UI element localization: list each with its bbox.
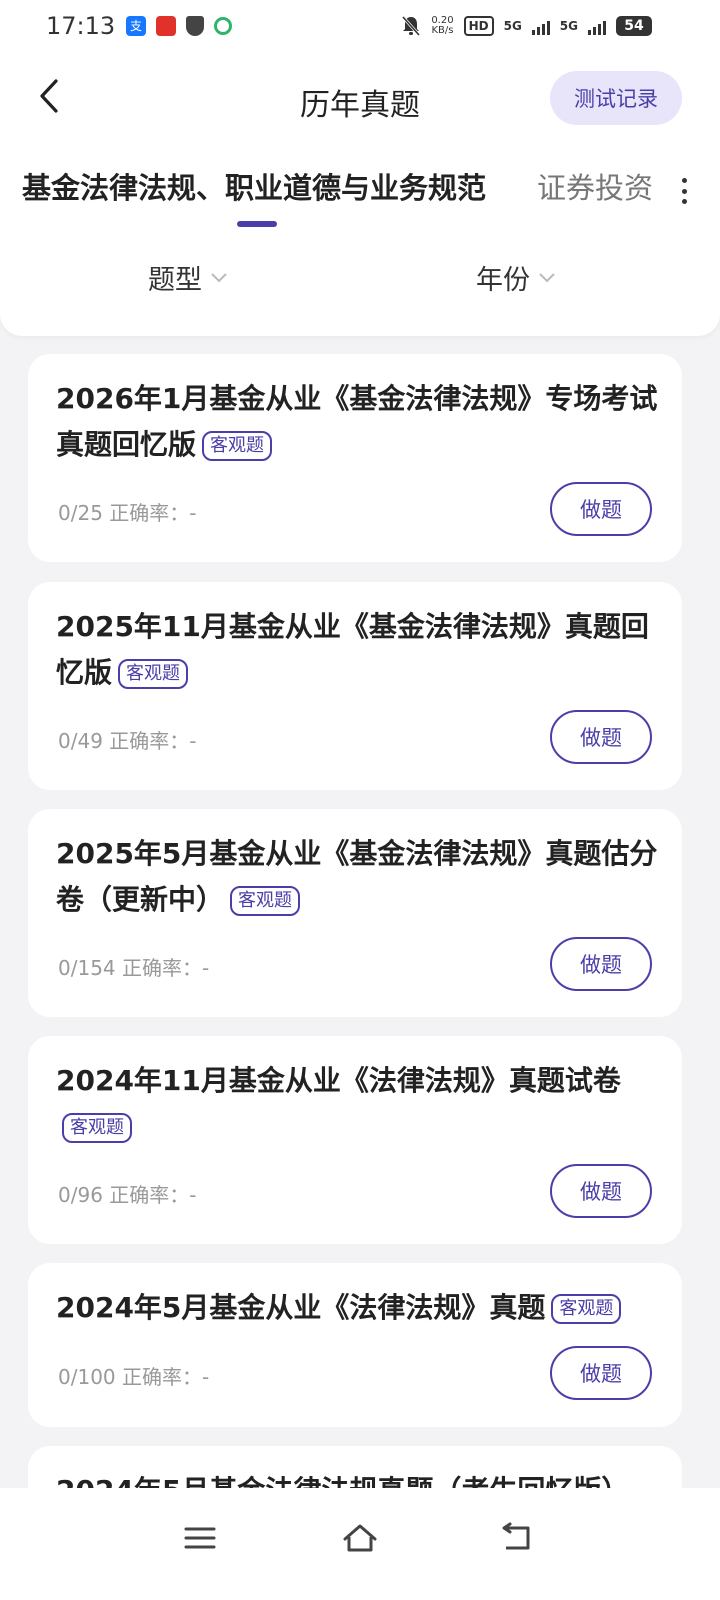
do-exam-button[interactable]: 做题 xyxy=(550,1164,652,1218)
tab-fund-law[interactable]: 基金法律法规、职业道德与业务规范 xyxy=(22,165,486,207)
question-type-badge: 客观题 xyxy=(230,886,301,916)
year-filter[interactable]: 年份 xyxy=(476,258,556,297)
test-record-button[interactable]: 测试记录 xyxy=(550,71,682,125)
sim1-label: 5G xyxy=(503,19,522,33)
exam-card[interactable]: 2026年1月基金从业《基金法律法规》专场考试真题回忆版 客观题 0/25 正确率… xyxy=(28,354,682,562)
exam-title-text: 2026年1月基金从业《基金法律法规》专场考试真题回忆版 xyxy=(56,382,658,461)
exam-stats: 0/100 正确率：- xyxy=(58,1365,210,1389)
exam-title-text: 2025年5月基金从业《基金法律法规》真题估分卷（更新中） xyxy=(56,837,658,916)
exam-stats: 0/154 正确率：- xyxy=(58,956,210,980)
back-nav-button[interactable] xyxy=(496,1518,536,1558)
question-type-filter-label: 题型 xyxy=(148,265,202,296)
status-notification-icons: 支 xyxy=(126,16,232,36)
question-type-badge: 客观题 xyxy=(62,1113,132,1143)
exam-title: 2026年1月基金从业《基金法律法规》专场考试真题回忆版 客观题 xyxy=(56,376,658,468)
do-exam-button[interactable]: 做题 xyxy=(550,710,652,764)
sim2-label: 5G xyxy=(559,19,578,33)
tab-securities-investment[interactable]: 证券投资 xyxy=(537,165,653,207)
question-type-badge: 客观题 xyxy=(551,1294,622,1324)
more-tabs-icon[interactable] xyxy=(682,178,688,204)
battery-icon: 54 xyxy=(616,16,652,36)
home-icon xyxy=(343,1524,377,1552)
exam-title: 2024年11月基金从业《法律法规》真题试卷客观题 xyxy=(56,1058,658,1150)
net-speed: 0.20 KB/s xyxy=(431,16,453,36)
mute-bell-icon xyxy=(402,16,421,36)
signal-icon-1 xyxy=(531,17,550,35)
menu-button[interactable] xyxy=(180,1518,220,1558)
exam-card[interactable]: 2024年11月基金从业《法律法规》真题试卷客观题 0/96 正确率：- 做题 xyxy=(28,1036,682,1244)
exam-stats: 0/96 正确率：- xyxy=(58,1183,197,1207)
exam-title: 2025年5月基金从业《基金法律法规》真题估分卷（更新中） 客观题 xyxy=(56,831,658,923)
menu-icon xyxy=(184,1527,216,1549)
exam-title-text: 2024年11月基金从业《法律法规》真题试卷 xyxy=(56,1064,621,1097)
filter-bar: 题型 年份 xyxy=(0,252,720,312)
exam-title-text: 2024年5月基金从业《法律法规》真题 xyxy=(56,1291,546,1324)
net-speed-unit: KB/s xyxy=(431,25,454,36)
exam-title: 2025年11月基金从业《基金法律法规》真题回忆版 客观题 xyxy=(56,604,658,696)
exam-stats: 0/49 正确率：- xyxy=(58,729,197,753)
back-arrow-icon xyxy=(502,1522,530,1550)
exam-stats: 0/25 正确率：- xyxy=(58,501,197,525)
recycle-icon xyxy=(214,17,232,35)
question-type-badge: 客观题 xyxy=(118,659,189,689)
do-exam-button[interactable]: 做题 xyxy=(550,1346,652,1400)
question-type-badge: 客观题 xyxy=(202,431,273,461)
exam-card[interactable]: 2024年5月基金从业《法律法规》真题 客观题 0/100 正确率：- 做题 xyxy=(28,1263,682,1427)
active-tab-indicator xyxy=(237,221,277,227)
year-filter-label: 年份 xyxy=(476,265,530,296)
subject-tabs: 基金法律法规、职业道德与业务规范 证券投资 xyxy=(22,165,720,229)
app-header: 历年真题 测试记录 xyxy=(0,60,720,140)
question-type-filter[interactable]: 题型 xyxy=(148,258,228,297)
do-exam-button[interactable]: 做题 xyxy=(550,482,652,536)
status-bar: 17:13 支 0.20 KB/s HD 5G 5G 54 xyxy=(0,0,720,56)
status-time: 17:13 xyxy=(46,12,116,40)
signal-icon-2 xyxy=(588,17,606,35)
shield-icon xyxy=(186,16,204,36)
app-notification-icon xyxy=(156,16,176,36)
exam-card[interactable]: 2025年5月基金从业《基金法律法规》真题估分卷（更新中） 客观题 0/154 正… xyxy=(28,809,682,1017)
hd-badge: HD xyxy=(463,16,494,36)
do-exam-button[interactable]: 做题 xyxy=(550,937,652,991)
status-system-icons: 0.20 KB/s HD 5G 5G 54 xyxy=(401,15,652,37)
alipay-icon: 支 xyxy=(126,16,146,36)
page: 17:13 支 0.20 KB/s HD 5G 5G 54 历年真题 测试记录 … xyxy=(0,0,720,1600)
home-button[interactable] xyxy=(340,1518,380,1558)
exam-card[interactable]: 2025年11月基金从业《基金法律法规》真题回忆版 客观题 0/49 正确率：- … xyxy=(28,582,682,790)
chevron-down-icon xyxy=(210,272,228,284)
exam-title: 2024年5月基金从业《法律法规》真题 客观题 xyxy=(56,1285,658,1331)
system-nav-bar xyxy=(0,1488,720,1600)
chevron-down-icon xyxy=(538,272,556,284)
